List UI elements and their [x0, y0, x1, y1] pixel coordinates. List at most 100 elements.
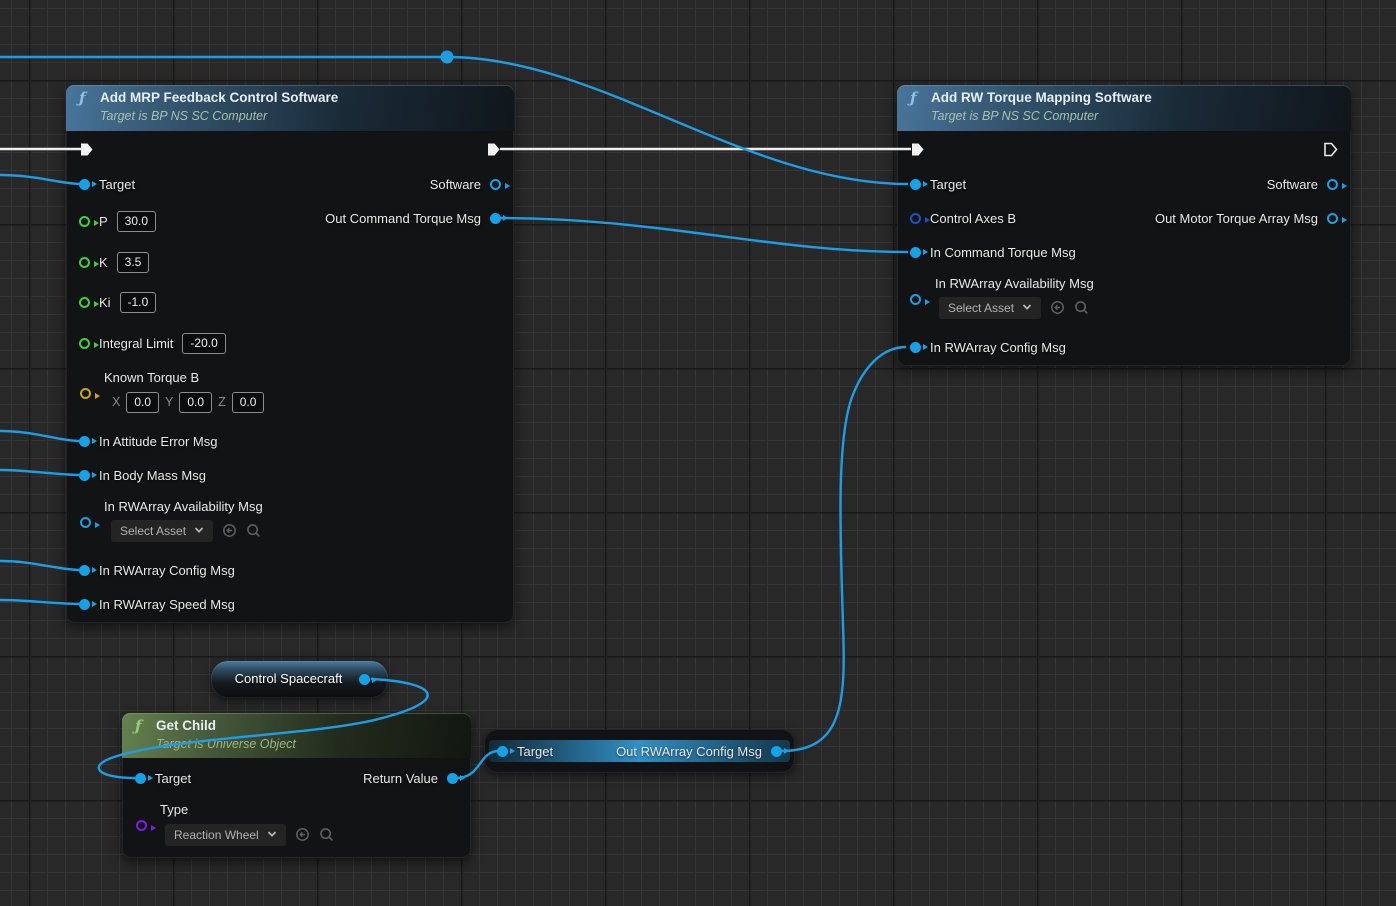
in-rwarray-availability-msg-pin[interactable]: [80, 517, 91, 528]
pin-label: In Command Torque Msg: [930, 245, 1076, 260]
z-axis-label: Z: [218, 395, 226, 409]
integral-limit-pin[interactable]: [79, 338, 90, 349]
pin-label: Software: [430, 177, 481, 192]
node-header[interactable]: ƒ Add RW Torque Mapping Software Target …: [897, 85, 1351, 131]
z-value-input[interactable]: 0.0: [232, 392, 265, 413]
in-command-torque-msg-pin[interactable]: [910, 247, 921, 258]
control-axes-b-pin[interactable]: [910, 213, 921, 224]
pin-row-in-attitude-error-msg: In Attitude Error Msg: [79, 431, 218, 451]
in-rwarray-config-msg-pin[interactable]: [79, 565, 90, 576]
exec-pin-icon: [486, 142, 501, 157]
p-value-input[interactable]: 30.0: [117, 211, 156, 232]
chevron-down-icon: [194, 527, 204, 534]
use-selected-asset-icon[interactable]: [222, 523, 237, 538]
reaction-wheel-dropdown[interactable]: Reaction Wheel: [165, 824, 286, 846]
wire-cmd-torque: [500, 218, 908, 252]
k-value-input[interactable]: 3.5: [117, 252, 150, 273]
pin-label: In RWArray Speed Msg: [99, 597, 235, 612]
reroute-node[interactable]: [441, 51, 454, 64]
type-label: Type: [160, 802, 188, 817]
out-rwarray-config-msg-pin[interactable]: [771, 746, 782, 757]
pin-label: Out Command Torque Msg: [325, 211, 481, 226]
x-value-input[interactable]: 0.0: [126, 392, 159, 413]
integral-limit-value-input[interactable]: -20.0: [182, 333, 225, 354]
exec-pin-icon: [910, 142, 925, 157]
y-axis-label: Y: [165, 395, 173, 409]
pin-row-target: Target: [135, 768, 191, 788]
pin-label: K: [99, 255, 108, 270]
in-rwarray-availability-msg-label: In RWArray Availability Msg: [935, 276, 1094, 291]
node-subtitle: Target is BP NS SC Computer: [100, 109, 267, 123]
browse-search-icon[interactable]: [319, 827, 334, 842]
target-pin[interactable]: [135, 773, 146, 784]
pin-row-p: P 30.0: [79, 211, 156, 231]
pin-label: In Attitude Error Msg: [99, 434, 218, 449]
out-motor-torque-array-msg-pin[interactable]: [1327, 213, 1338, 224]
pin-row-in-command-torque-msg: In Command Torque Msg: [910, 242, 1076, 262]
use-selected-asset-icon[interactable]: [295, 827, 310, 842]
node-title: Add RW Torque Mapping Software: [931, 90, 1152, 105]
pin-row-in-body-mass-msg: In Body Mass Msg: [79, 465, 206, 485]
pin-label: In RWArray Config Msg: [99, 563, 235, 578]
in-rwarray-config-msg-pin[interactable]: [910, 342, 921, 353]
pin-label: Target: [155, 771, 191, 786]
exec-out-pin[interactable]: [1323, 139, 1338, 159]
control-spacecraft-out-pin[interactable]: [359, 674, 370, 685]
ki-pin[interactable]: [79, 297, 90, 308]
blueprint-graph-canvas[interactable]: { "canvas": { "background": "#282828", "…: [0, 0, 1396, 906]
node-add-rw-torque-mapping-software[interactable]: ƒ Add RW Torque Mapping Software Target …: [897, 85, 1351, 366]
pin-row-return-value: Return Value: [363, 768, 458, 788]
known-torque-b-vector-row: X 0.0 Y 0.0 Z 0.0: [112, 392, 264, 412]
return-value-pin[interactable]: [447, 773, 458, 784]
known-torque-b-label: Known Torque B: [104, 370, 199, 385]
pin-label: In RWArray Config Msg: [930, 340, 1066, 355]
pin-label: Return Value: [363, 771, 438, 786]
browse-search-icon[interactable]: [246, 523, 261, 538]
in-body-mass-msg-pin[interactable]: [79, 470, 90, 481]
node-add-mrp-feedback-control-software[interactable]: ƒ Add MRP Feedback Control Software Targ…: [66, 85, 514, 623]
enum-picker-row: Reaction Wheel: [165, 823, 334, 846]
pin-label: Target: [99, 177, 135, 192]
y-value-input[interactable]: 0.0: [179, 392, 212, 413]
pin-label: Control Axes B: [930, 211, 1016, 226]
target-pin[interactable]: [79, 179, 90, 190]
use-selected-asset-icon[interactable]: [1050, 300, 1065, 315]
exec-pin-icon: [79, 142, 94, 157]
select-asset-dropdown[interactable]: Select Asset: [111, 520, 213, 542]
in-attitude-error-msg-pin[interactable]: [79, 436, 90, 447]
pin-label: Out Motor Torque Array Msg: [1155, 211, 1318, 226]
pin-row-out-rwarray-config-msg: Out RWArray Config Msg: [616, 741, 782, 761]
known-torque-b-pin[interactable]: [80, 388, 91, 399]
node-get-child[interactable]: ƒ Get Child Target is Universe Object Ta…: [122, 713, 471, 858]
software-out-pin[interactable]: [1327, 179, 1338, 190]
exec-in-pin[interactable]: [79, 139, 94, 159]
pin-row-software-out: Software: [1267, 174, 1338, 194]
software-out-pin[interactable]: [490, 179, 501, 190]
node-header[interactable]: ƒ Get Child Target is Universe Object: [122, 713, 471, 758]
function-icon: ƒ: [135, 717, 141, 735]
ki-value-input[interactable]: -1.0: [120, 292, 157, 313]
in-rwarray-availability-msg-pin[interactable]: [910, 294, 921, 305]
pin-row-in-rwarray-speed-msg: In RWArray Speed Msg: [79, 594, 235, 614]
target-pin[interactable]: [497, 746, 508, 757]
p-pin[interactable]: [79, 216, 90, 227]
pin-row-integral-limit: Integral Limit -20.0: [79, 333, 226, 353]
node-subtitle: Target is Universe Object: [156, 737, 296, 751]
node-header[interactable]: ƒ Add MRP Feedback Control Software Targ…: [66, 85, 514, 131]
node-control-spacecraft-getter[interactable]: Control Spacecraft: [211, 661, 388, 698]
target-pin[interactable]: [910, 179, 921, 190]
k-pin[interactable]: [79, 257, 90, 268]
pin-row-k: K 3.5: [79, 252, 149, 272]
in-rwarray-speed-msg-pin[interactable]: [79, 599, 90, 610]
pin-row-software-out: Software: [430, 174, 501, 194]
exec-out-pin[interactable]: [486, 139, 501, 159]
node-title: Get Child: [156, 718, 216, 733]
pin-row-target: Target: [497, 741, 553, 761]
pin-label: Ki: [99, 295, 111, 310]
out-command-torque-msg-pin[interactable]: [490, 213, 501, 224]
browse-search-icon[interactable]: [1074, 300, 1089, 315]
select-asset-dropdown[interactable]: Select Asset: [939, 297, 1041, 319]
type-pin[interactable]: [136, 820, 147, 831]
exec-in-pin[interactable]: [910, 139, 925, 159]
node-out-rwarray-config-msg[interactable]: Target Out RWArray Config Msg: [484, 729, 795, 773]
